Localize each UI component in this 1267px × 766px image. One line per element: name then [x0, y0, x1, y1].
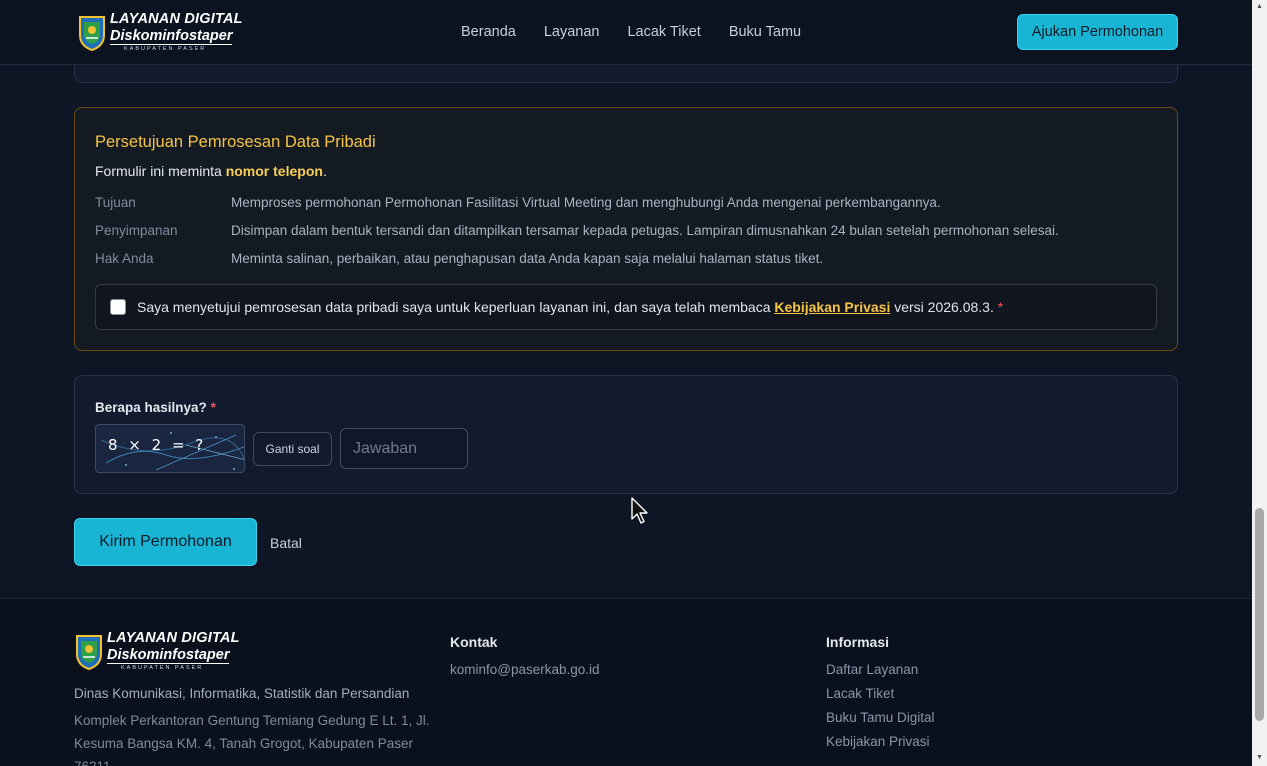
scrollbar-thumb[interactable] — [1255, 508, 1264, 721]
consent-row-value: Meminta salinan, perbaikan, atau penghap… — [231, 251, 824, 266]
consent-row-hak-anda: Hak Anda Meminta salinan, perbaikan, ata… — [95, 251, 823, 266]
required-mark: * — [997, 299, 1004, 315]
nav-layanan[interactable]: Layanan — [544, 24, 600, 40]
consent-intro-prefix: Formulir ini meminta — [95, 163, 226, 179]
captcha-image: 8 × 2 = ? — [95, 424, 245, 473]
consent-row-key: Tujuan — [95, 195, 136, 210]
main-nav: Beranda Layanan Lacak Tiket Buku Tamu — [461, 24, 829, 40]
consent-checkbox[interactable] — [110, 299, 126, 315]
required-mark: * — [210, 400, 216, 415]
site-header: LAYANAN DIGITAL Diskominfostaper KABUPAT… — [0, 0, 1252, 65]
batal-link[interactable]: Batal — [270, 535, 302, 551]
footer-link-lacak-tiket[interactable]: Lacak Tiket — [826, 686, 894, 701]
footer-logo: LAYANAN DIGITAL Diskominfostaper KABUPAT… — [74, 631, 240, 672]
consent-agreement-text: Saya menyetujui pemrosesan data pribadi … — [137, 299, 1003, 315]
footer-info-heading: Informasi — [826, 634, 890, 650]
logo-line-3: KABUPATEN PASER — [124, 46, 207, 52]
footer-link-daftar-layanan[interactable]: Daftar Layanan — [826, 662, 918, 677]
kabupaten-emblem-icon — [79, 16, 105, 52]
consent-row-value: Memproses permohonan Permohonan Fasilita… — [231, 195, 941, 210]
kirim-permohonan-button[interactable]: Kirim Permohonan — [74, 518, 257, 566]
consent-intro: Formulir ini meminta nomor telepon. — [95, 163, 327, 179]
ganti-soal-button[interactable]: Ganti soal — [253, 432, 332, 466]
consent-intro-highlight: nomor telepon — [225, 163, 323, 179]
captcha-card: Berapa hasilnya? * 8 × 2 = ? Ganti soal — [74, 375, 1178, 494]
scroll-up-arrow-icon[interactable]: ▲ — [1255, 3, 1264, 11]
agree-text-prefix: Saya menyetujui pemrosesan data pribadi … — [137, 299, 775, 315]
footer-org-name: Dinas Komunikasi, Informatika, Statistik… — [74, 686, 410, 701]
mouse-pointer-icon — [631, 497, 648, 524]
nav-buku-tamu[interactable]: Buku Tamu — [729, 24, 801, 40]
consent-row-value: Disimpan dalam bentuk tersandi dan ditam… — [231, 223, 1059, 238]
logo-line-1: LAYANAN DIGITAL — [110, 11, 243, 27]
ajukan-permohonan-button[interactable]: Ajukan Permohonan — [1017, 14, 1178, 50]
consent-title: Persetujuan Pemrosesan Data Pribadi — [95, 133, 376, 151]
logo-line-3: KABUPATEN PASER — [121, 665, 204, 671]
footer-link-kebijakan-privasi[interactable]: Kebijakan Privasi — [826, 734, 930, 749]
captcha-question-label: Berapa hasilnya? — [95, 400, 207, 415]
footer-link-buku-tamu-digital[interactable]: Buku Tamu Digital — [826, 710, 935, 725]
nav-lacak-tiket[interactable]: Lacak Tiket — [627, 24, 700, 40]
site-logo[interactable]: LAYANAN DIGITAL Diskominfostaper KABUPAT… — [77, 12, 243, 53]
captcha-question: Berapa hasilnya? * — [95, 400, 216, 415]
footer-contact-email[interactable]: kominfo@paserkab.go.id — [450, 662, 600, 677]
logo-line-2: Diskominfostaper — [110, 27, 233, 45]
captcha-answer-input[interactable] — [340, 428, 468, 469]
kabupaten-emblem-icon — [76, 635, 102, 671]
data-consent-card: Persetujuan Pemrosesan Data Pribadi Form… — [74, 107, 1178, 351]
privacy-policy-link[interactable]: Kebijakan Privasi — [774, 299, 890, 315]
consent-agreement[interactable]: Saya menyetujui pemrosesan data pribadi … — [95, 284, 1157, 330]
logo-line-1: LAYANAN DIGITAL — [107, 630, 240, 646]
consent-intro-suffix: . — [322, 163, 327, 179]
captcha-expression: 8 × 2 = ? — [108, 436, 207, 454]
scroll-down-arrow-icon[interactable]: ▼ — [1255, 754, 1264, 762]
footer-address: Komplek Perkantoran Gentung Temiang Gedu… — [74, 713, 430, 766]
footer-contact-heading: Kontak — [450, 634, 498, 650]
consent-row-key: Hak Anda — [95, 251, 154, 266]
nav-beranda[interactable]: Beranda — [461, 24, 516, 40]
consent-row-penyimpanan: Penyimpanan Disimpan dalam bentuk tersan… — [95, 223, 1059, 238]
consent-row-key: Penyimpanan — [95, 223, 178, 238]
consent-row-tujuan: Tujuan Memproses permohonan Permohonan F… — [95, 195, 941, 210]
agree-text-suffix: versi 2026.08.3. — [890, 299, 994, 315]
logo-line-2: Diskominfostaper — [107, 646, 230, 664]
